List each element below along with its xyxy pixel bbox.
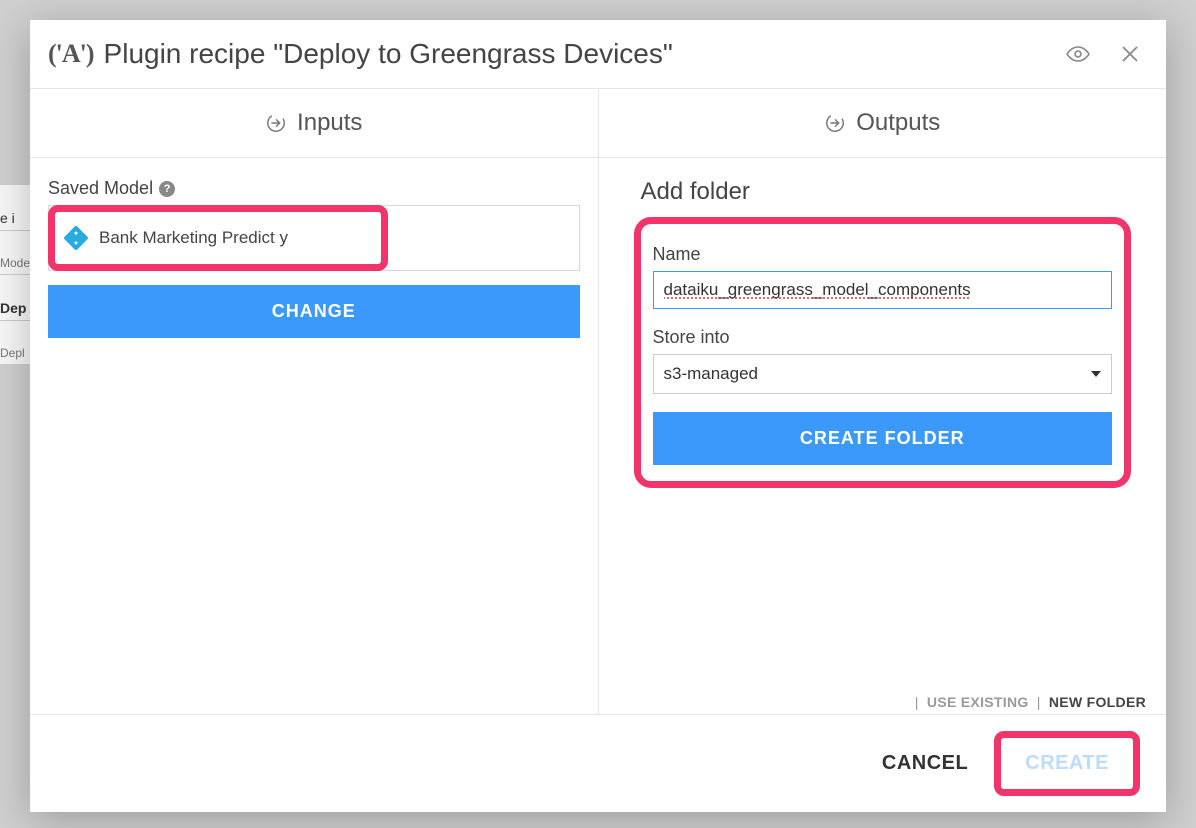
preview-icon[interactable] (1066, 42, 1090, 66)
tab-use-existing[interactable]: USE EXISTING (927, 694, 1029, 710)
create-folder-button[interactable]: CREATE FOLDER (653, 412, 1113, 465)
inputs-header: Inputs (30, 89, 598, 158)
outputs-header: Outputs (599, 89, 1167, 158)
inputs-column: Inputs Saved Model ? Bank Marketing Pred… (30, 89, 599, 714)
name-label: Name (653, 244, 1113, 265)
arrow-in-icon (265, 112, 287, 134)
highlight-output-form: Name Store into s3-managed CREATE FOLDER (641, 224, 1125, 481)
highlight-create: CREATE (994, 731, 1140, 796)
modal-header: ('A') Plugin recipe "Deploy to Greengras… (30, 20, 1166, 89)
modal-footer: CANCEL CREATE (30, 714, 1166, 812)
store-into-label: Store into (653, 327, 1113, 348)
add-folder-title: Add folder (641, 178, 1125, 206)
output-mode-tabs: | USE EXISTING | NEW FOLDER (911, 694, 1146, 710)
help-icon[interactable]: ? (159, 181, 175, 197)
store-into-value: s3-managed (664, 364, 759, 384)
close-icon[interactable] (1118, 42, 1142, 66)
cancel-button[interactable]: CANCEL (882, 752, 968, 775)
plugin-recipe-modal: ('A') Plugin recipe "Deploy to Greengras… (30, 20, 1166, 812)
model-name: Bank Marketing Predict y (99, 228, 288, 248)
outputs-column: Outputs Add folder Name Store into s3-ma… (599, 89, 1167, 714)
modal-logo-icon: ('A') (48, 39, 94, 69)
create-button[interactable]: CREATE (1005, 740, 1129, 787)
change-button[interactable]: CHANGE (48, 285, 580, 338)
saved-model-chip[interactable]: Bank Marketing Predict y (49, 206, 388, 270)
model-icon (63, 225, 88, 250)
folder-name-input[interactable] (653, 271, 1113, 309)
tab-new-folder[interactable]: NEW FOLDER (1049, 694, 1146, 710)
modal-title: Plugin recipe "Deploy to Greengrass Devi… (104, 38, 1066, 70)
chevron-down-icon (1091, 371, 1101, 377)
saved-model-row: Bank Marketing Predict y (48, 205, 580, 271)
arrow-out-icon (824, 112, 846, 134)
saved-model-label: Saved Model ? (48, 178, 580, 199)
store-into-select[interactable]: s3-managed (653, 354, 1113, 394)
background-sidebar: e i Mode Dep Depl (0, 185, 30, 364)
